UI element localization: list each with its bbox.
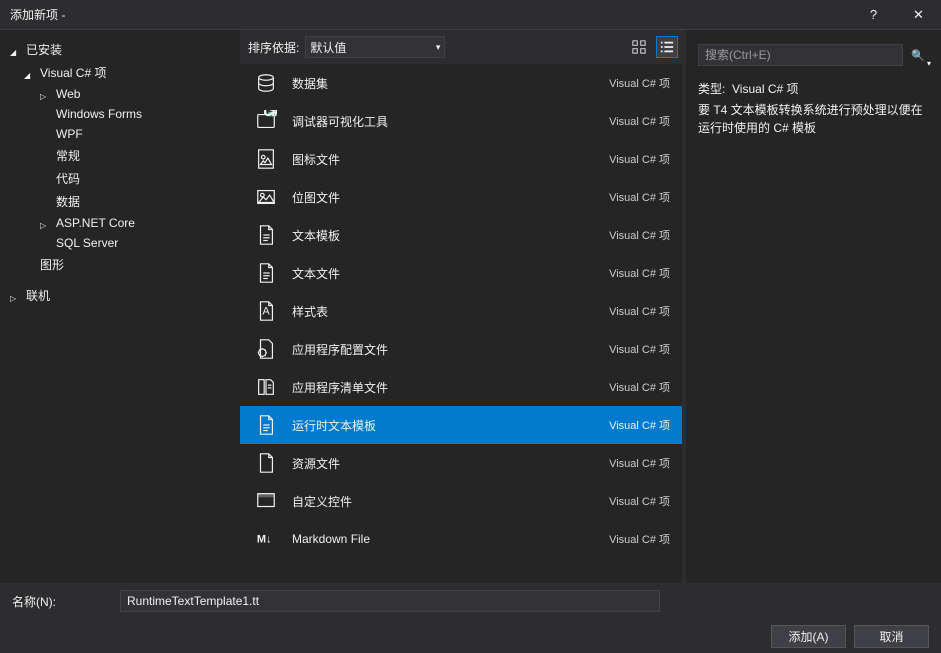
template-name: 自定义控件 [292, 493, 609, 510]
template-lang: Visual C# 项 [609, 227, 670, 243]
view-medium-icons-button[interactable] [628, 36, 650, 58]
template-lang: Visual C# 项 [609, 75, 670, 91]
template-lang: Visual C# 项 [609, 151, 670, 167]
tree-wpf[interactable]: WPF [0, 124, 240, 144]
tree-general[interactable]: 常规 [0, 144, 240, 167]
template-lang: Visual C# 项 [609, 493, 670, 509]
doc-icon [252, 259, 280, 287]
detail-type: 类型: Visual C# 项 [698, 80, 929, 97]
template-name: 图标文件 [292, 151, 609, 168]
template-name: Markdown File [292, 532, 609, 546]
close-button[interactable]: ✕ [896, 0, 941, 30]
resource-icon [252, 449, 280, 477]
sort-bar: 排序依据: 默认值 [240, 30, 686, 64]
template-name: 数据集 [292, 75, 609, 92]
titlebar: 添加新项 - ? ✕ [0, 0, 941, 30]
cancel-button[interactable]: 取消 [854, 625, 929, 648]
config-icon [252, 335, 280, 363]
add-button[interactable]: 添加(A) [771, 625, 846, 648]
search-input[interactable] [698, 44, 903, 66]
template-item[interactable]: C# 调试器可视化工具Visual C# 项 [240, 102, 682, 140]
template-name: 运行时文本模板 [292, 417, 609, 434]
template-item[interactable]: M↓ Markdown FileVisual C# 项 [240, 520, 682, 558]
view-small-icons-button[interactable] [656, 36, 678, 58]
template-lang: Visual C# 项 [609, 379, 670, 395]
template-item[interactable]: 应用程序配置文件Visual C# 项 [240, 330, 682, 368]
markdown-icon: M↓ [252, 525, 280, 553]
tree-online[interactable]: 联机 [0, 284, 240, 307]
template-lang: Visual C# 项 [609, 417, 670, 433]
bitmap-icon [252, 183, 280, 211]
iconfile-icon [252, 145, 280, 173]
template-lang: Visual C# 项 [609, 113, 670, 129]
template-name: 位图文件 [292, 189, 609, 206]
tree-aspnet[interactable]: ASP.NET Core [0, 213, 240, 233]
tree-code[interactable]: 代码 [0, 167, 240, 190]
sort-label: 排序依据: [248, 39, 299, 56]
template-name: 应用程序配置文件 [292, 341, 609, 358]
template-item[interactable]: 数据集Visual C# 项 [240, 64, 682, 102]
manifest-icon [252, 373, 280, 401]
template-lang: Visual C# 项 [609, 455, 670, 471]
tree-csharp[interactable]: Visual C# 项 [0, 61, 240, 84]
category-tree: 已安装 Visual C# 项 Web Windows Forms WPF 常规… [0, 30, 240, 583]
tree-graphics[interactable]: 图形 [0, 253, 240, 276]
sort-dropdown[interactable]: 默认值 [305, 36, 445, 58]
style-icon: A [252, 297, 280, 325]
template-item[interactable]: 应用程序清单文件Visual C# 项 [240, 368, 682, 406]
template-name: 文本文件 [292, 265, 609, 282]
template-item[interactable]: A 样式表Visual C# 项 [240, 292, 682, 330]
tree-data[interactable]: 数据 [0, 190, 240, 213]
template-item[interactable]: 资源文件Visual C# 项 [240, 444, 682, 482]
template-name: 文本模板 [292, 227, 609, 244]
control-icon [252, 487, 280, 515]
template-lang: Visual C# 项 [609, 341, 670, 357]
search-icon[interactable]: ▾ [907, 44, 929, 66]
template-name: 资源文件 [292, 455, 609, 472]
window-title: 添加新项 - [10, 6, 851, 23]
svg-text:A: A [262, 306, 270, 318]
svg-text:C#: C# [264, 110, 277, 119]
dataset-icon [252, 69, 280, 97]
doc-icon [252, 411, 280, 439]
detail-description: 要 T4 文本模板转换系统进行预处理以便在运行时使用的 C# 模板 [698, 101, 929, 137]
template-item[interactable]: 文本模板Visual C# 项 [240, 216, 682, 254]
template-lang: Visual C# 项 [609, 265, 670, 281]
tree-sqlserver[interactable]: SQL Server [0, 233, 240, 253]
template-item[interactable]: 文本文件Visual C# 项 [240, 254, 682, 292]
template-item[interactable]: 图标文件Visual C# 项 [240, 140, 682, 178]
template-list[interactable]: 数据集Visual C# 项C#调试器可视化工具Visual C# 项图标文件V… [240, 64, 682, 583]
name-label: 名称(N): [12, 593, 112, 610]
svg-text:M↓: M↓ [257, 534, 272, 546]
help-button[interactable]: ? [851, 0, 896, 30]
template-item[interactable]: 位图文件Visual C# 项 [240, 178, 682, 216]
tree-web[interactable]: Web [0, 84, 240, 104]
template-lang: Visual C# 项 [609, 189, 670, 205]
template-item[interactable]: 运行时文本模板Visual C# 项 [240, 406, 682, 444]
template-name: 调试器可视化工具 [292, 113, 609, 130]
tree-winforms[interactable]: Windows Forms [0, 104, 240, 124]
doc-icon [252, 221, 280, 249]
template-item[interactable]: 自定义控件Visual C# 项 [240, 482, 682, 520]
debugvis-icon: C# [252, 107, 280, 135]
template-name: 应用程序清单文件 [292, 379, 609, 396]
tree-installed[interactable]: 已安装 [0, 38, 240, 61]
name-input[interactable] [120, 590, 660, 612]
template-lang: Visual C# 项 [609, 531, 670, 547]
template-lang: Visual C# 项 [609, 303, 670, 319]
template-name: 样式表 [292, 303, 609, 320]
